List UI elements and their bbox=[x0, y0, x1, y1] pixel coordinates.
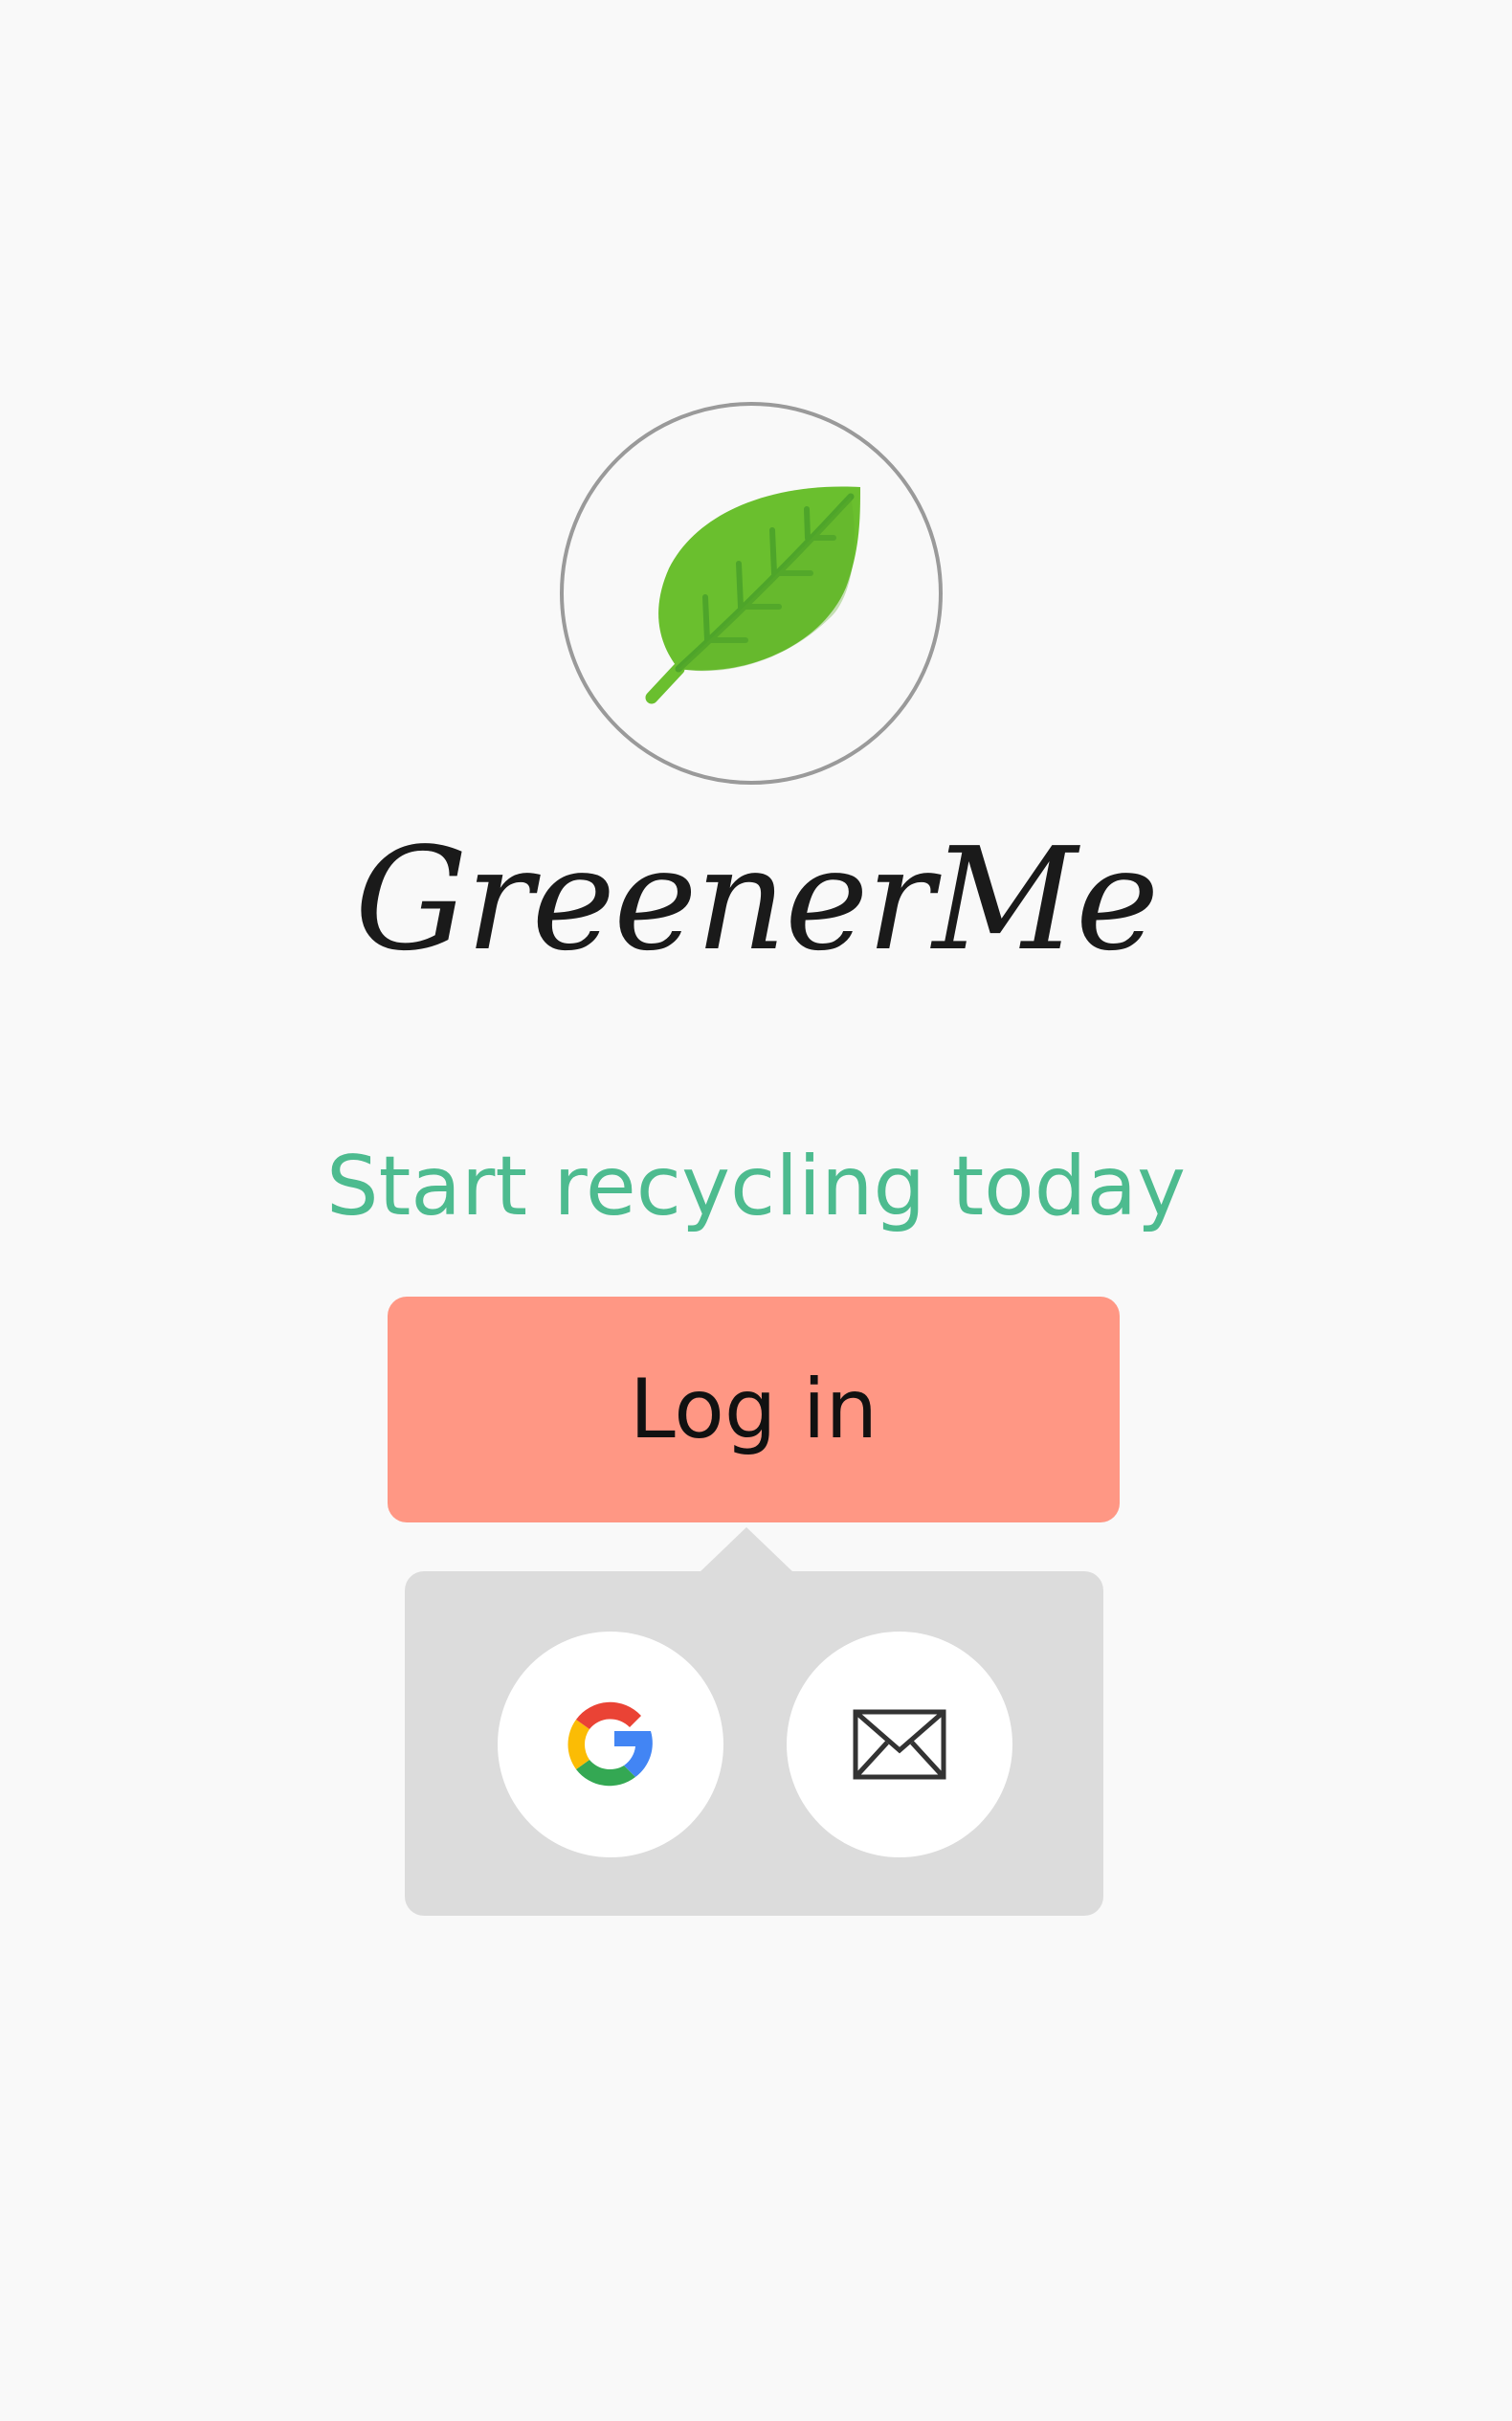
app-name: GreenerMe bbox=[354, 817, 1160, 982]
login-button[interactable]: Log in bbox=[388, 1297, 1120, 1522]
popover-arrow bbox=[699, 1527, 794, 1573]
app-logo bbox=[560, 402, 943, 785]
google-icon bbox=[567, 1701, 653, 1787]
email-login-button[interactable] bbox=[787, 1632, 1012, 1857]
tagline: Start recycling today bbox=[325, 1139, 1186, 1234]
leaf-icon bbox=[645, 486, 860, 704]
login-screen: GreenerMe Start recycling today Log in bbox=[0, 0, 1512, 2421]
mail-icon bbox=[853, 1709, 946, 1780]
google-login-button[interactable] bbox=[498, 1632, 723, 1857]
